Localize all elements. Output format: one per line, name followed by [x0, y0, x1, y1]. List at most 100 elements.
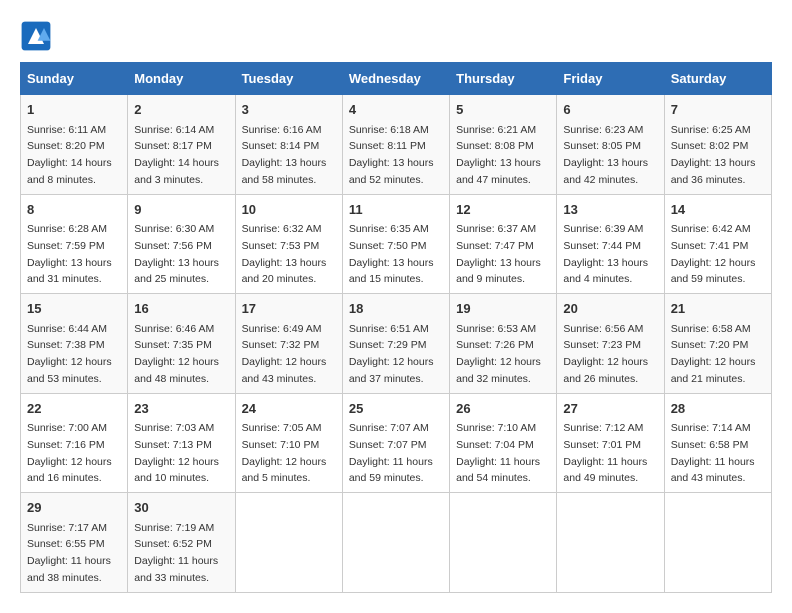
day-number: 26 — [456, 399, 550, 419]
calendar-cell: 7 Sunrise: 6:25 AMSunset: 8:02 PMDayligh… — [664, 95, 771, 195]
day-info: Sunrise: 7:03 AMSunset: 7:13 PMDaylight:… — [134, 422, 219, 484]
day-info: Sunrise: 6:30 AMSunset: 7:56 PMDaylight:… — [134, 223, 219, 285]
day-number: 8 — [27, 200, 121, 220]
calendar-cell: 11 Sunrise: 6:35 AMSunset: 7:50 PMDaylig… — [342, 194, 449, 294]
calendar-cell: 26 Sunrise: 7:10 AMSunset: 7:04 PMDaylig… — [450, 393, 557, 493]
day-number: 12 — [456, 200, 550, 220]
calendar-cell: 3 Sunrise: 6:16 AMSunset: 8:14 PMDayligh… — [235, 95, 342, 195]
calendar-cell — [450, 493, 557, 593]
calendar-cell: 28 Sunrise: 7:14 AMSunset: 6:58 PMDaylig… — [664, 393, 771, 493]
day-info: Sunrise: 6:56 AMSunset: 7:23 PMDaylight:… — [563, 323, 648, 385]
day-number: 24 — [242, 399, 336, 419]
day-info: Sunrise: 7:14 AMSunset: 6:58 PMDaylight:… — [671, 422, 755, 484]
day-info: Sunrise: 7:10 AMSunset: 7:04 PMDaylight:… — [456, 422, 540, 484]
day-info: Sunrise: 6:11 AMSunset: 8:20 PMDaylight:… — [27, 124, 112, 186]
calendar-week-row: 29 Sunrise: 7:17 AMSunset: 6:55 PMDaylig… — [21, 493, 772, 593]
column-header-saturday: Saturday — [664, 63, 771, 95]
calendar-cell: 15 Sunrise: 6:44 AMSunset: 7:38 PMDaylig… — [21, 294, 128, 394]
day-number: 25 — [349, 399, 443, 419]
calendar-cell: 20 Sunrise: 6:56 AMSunset: 7:23 PMDaylig… — [557, 294, 664, 394]
day-info: Sunrise: 6:49 AMSunset: 7:32 PMDaylight:… — [242, 323, 327, 385]
day-info: Sunrise: 6:35 AMSunset: 7:50 PMDaylight:… — [349, 223, 434, 285]
day-info: Sunrise: 7:07 AMSunset: 7:07 PMDaylight:… — [349, 422, 433, 484]
day-info: Sunrise: 6:32 AMSunset: 7:53 PMDaylight:… — [242, 223, 327, 285]
day-info: Sunrise: 6:18 AMSunset: 8:11 PMDaylight:… — [349, 124, 434, 186]
day-number: 15 — [27, 299, 121, 319]
day-number: 14 — [671, 200, 765, 220]
calendar-week-row: 1 Sunrise: 6:11 AMSunset: 8:20 PMDayligh… — [21, 95, 772, 195]
day-info: Sunrise: 6:58 AMSunset: 7:20 PMDaylight:… — [671, 323, 756, 385]
day-info: Sunrise: 6:23 AMSunset: 8:05 PMDaylight:… — [563, 124, 648, 186]
calendar-cell: 27 Sunrise: 7:12 AMSunset: 7:01 PMDaylig… — [557, 393, 664, 493]
calendar-cell: 19 Sunrise: 6:53 AMSunset: 7:26 PMDaylig… — [450, 294, 557, 394]
page-header — [20, 20, 772, 52]
column-header-monday: Monday — [128, 63, 235, 95]
calendar-cell: 6 Sunrise: 6:23 AMSunset: 8:05 PMDayligh… — [557, 95, 664, 195]
day-number: 10 — [242, 200, 336, 220]
day-number: 20 — [563, 299, 657, 319]
day-number: 30 — [134, 498, 228, 518]
calendar-cell: 16 Sunrise: 6:46 AMSunset: 7:35 PMDaylig… — [128, 294, 235, 394]
day-number: 29 — [27, 498, 121, 518]
column-header-friday: Friday — [557, 63, 664, 95]
day-info: Sunrise: 7:12 AMSunset: 7:01 PMDaylight:… — [563, 422, 647, 484]
calendar-cell: 21 Sunrise: 6:58 AMSunset: 7:20 PMDaylig… — [664, 294, 771, 394]
day-number: 5 — [456, 100, 550, 120]
column-header-sunday: Sunday — [21, 63, 128, 95]
calendar-cell: 5 Sunrise: 6:21 AMSunset: 8:08 PMDayligh… — [450, 95, 557, 195]
day-number: 6 — [563, 100, 657, 120]
calendar-cell: 8 Sunrise: 6:28 AMSunset: 7:59 PMDayligh… — [21, 194, 128, 294]
calendar-cell — [235, 493, 342, 593]
day-number: 22 — [27, 399, 121, 419]
day-info: Sunrise: 6:51 AMSunset: 7:29 PMDaylight:… — [349, 323, 434, 385]
day-info: Sunrise: 6:46 AMSunset: 7:35 PMDaylight:… — [134, 323, 219, 385]
logo — [20, 20, 56, 52]
calendar-cell: 22 Sunrise: 7:00 AMSunset: 7:16 PMDaylig… — [21, 393, 128, 493]
calendar-cell: 1 Sunrise: 6:11 AMSunset: 8:20 PMDayligh… — [21, 95, 128, 195]
calendar-cell: 23 Sunrise: 7:03 AMSunset: 7:13 PMDaylig… — [128, 393, 235, 493]
day-number: 13 — [563, 200, 657, 220]
calendar-cell: 30 Sunrise: 7:19 AMSunset: 6:52 PMDaylig… — [128, 493, 235, 593]
calendar-cell: 25 Sunrise: 7:07 AMSunset: 7:07 PMDaylig… — [342, 393, 449, 493]
day-number: 23 — [134, 399, 228, 419]
day-info: Sunrise: 6:44 AMSunset: 7:38 PMDaylight:… — [27, 323, 112, 385]
day-info: Sunrise: 7:19 AMSunset: 6:52 PMDaylight:… — [134, 522, 218, 584]
calendar-cell: 13 Sunrise: 6:39 AMSunset: 7:44 PMDaylig… — [557, 194, 664, 294]
day-info: Sunrise: 7:17 AMSunset: 6:55 PMDaylight:… — [27, 522, 111, 584]
day-info: Sunrise: 6:39 AMSunset: 7:44 PMDaylight:… — [563, 223, 648, 285]
calendar-cell — [342, 493, 449, 593]
calendar-cell: 4 Sunrise: 6:18 AMSunset: 8:11 PMDayligh… — [342, 95, 449, 195]
day-number: 27 — [563, 399, 657, 419]
calendar-week-row: 22 Sunrise: 7:00 AMSunset: 7:16 PMDaylig… — [21, 393, 772, 493]
calendar-cell — [664, 493, 771, 593]
calendar-cell: 9 Sunrise: 6:30 AMSunset: 7:56 PMDayligh… — [128, 194, 235, 294]
day-info: Sunrise: 6:21 AMSunset: 8:08 PMDaylight:… — [456, 124, 541, 186]
column-header-tuesday: Tuesday — [235, 63, 342, 95]
calendar-table: SundayMondayTuesdayWednesdayThursdayFrid… — [20, 62, 772, 593]
calendar-cell: 10 Sunrise: 6:32 AMSunset: 7:53 PMDaylig… — [235, 194, 342, 294]
day-info: Sunrise: 6:25 AMSunset: 8:02 PMDaylight:… — [671, 124, 756, 186]
column-header-wednesday: Wednesday — [342, 63, 449, 95]
calendar-cell: 12 Sunrise: 6:37 AMSunset: 7:47 PMDaylig… — [450, 194, 557, 294]
day-number: 17 — [242, 299, 336, 319]
day-info: Sunrise: 6:37 AMSunset: 7:47 PMDaylight:… — [456, 223, 541, 285]
day-number: 19 — [456, 299, 550, 319]
calendar-cell: 24 Sunrise: 7:05 AMSunset: 7:10 PMDaylig… — [235, 393, 342, 493]
day-info: Sunrise: 7:00 AMSunset: 7:16 PMDaylight:… — [27, 422, 112, 484]
day-number: 16 — [134, 299, 228, 319]
day-number: 7 — [671, 100, 765, 120]
day-info: Sunrise: 6:42 AMSunset: 7:41 PMDaylight:… — [671, 223, 756, 285]
calendar-week-row: 8 Sunrise: 6:28 AMSunset: 7:59 PMDayligh… — [21, 194, 772, 294]
column-header-thursday: Thursday — [450, 63, 557, 95]
day-number: 2 — [134, 100, 228, 120]
calendar-cell: 17 Sunrise: 6:49 AMSunset: 7:32 PMDaylig… — [235, 294, 342, 394]
day-number: 28 — [671, 399, 765, 419]
calendar-cell: 14 Sunrise: 6:42 AMSunset: 7:41 PMDaylig… — [664, 194, 771, 294]
calendar-week-row: 15 Sunrise: 6:44 AMSunset: 7:38 PMDaylig… — [21, 294, 772, 394]
calendar-cell: 2 Sunrise: 6:14 AMSunset: 8:17 PMDayligh… — [128, 95, 235, 195]
calendar-cell — [557, 493, 664, 593]
day-number: 21 — [671, 299, 765, 319]
day-info: Sunrise: 6:28 AMSunset: 7:59 PMDaylight:… — [27, 223, 112, 285]
day-number: 1 — [27, 100, 121, 120]
day-info: Sunrise: 6:16 AMSunset: 8:14 PMDaylight:… — [242, 124, 327, 186]
